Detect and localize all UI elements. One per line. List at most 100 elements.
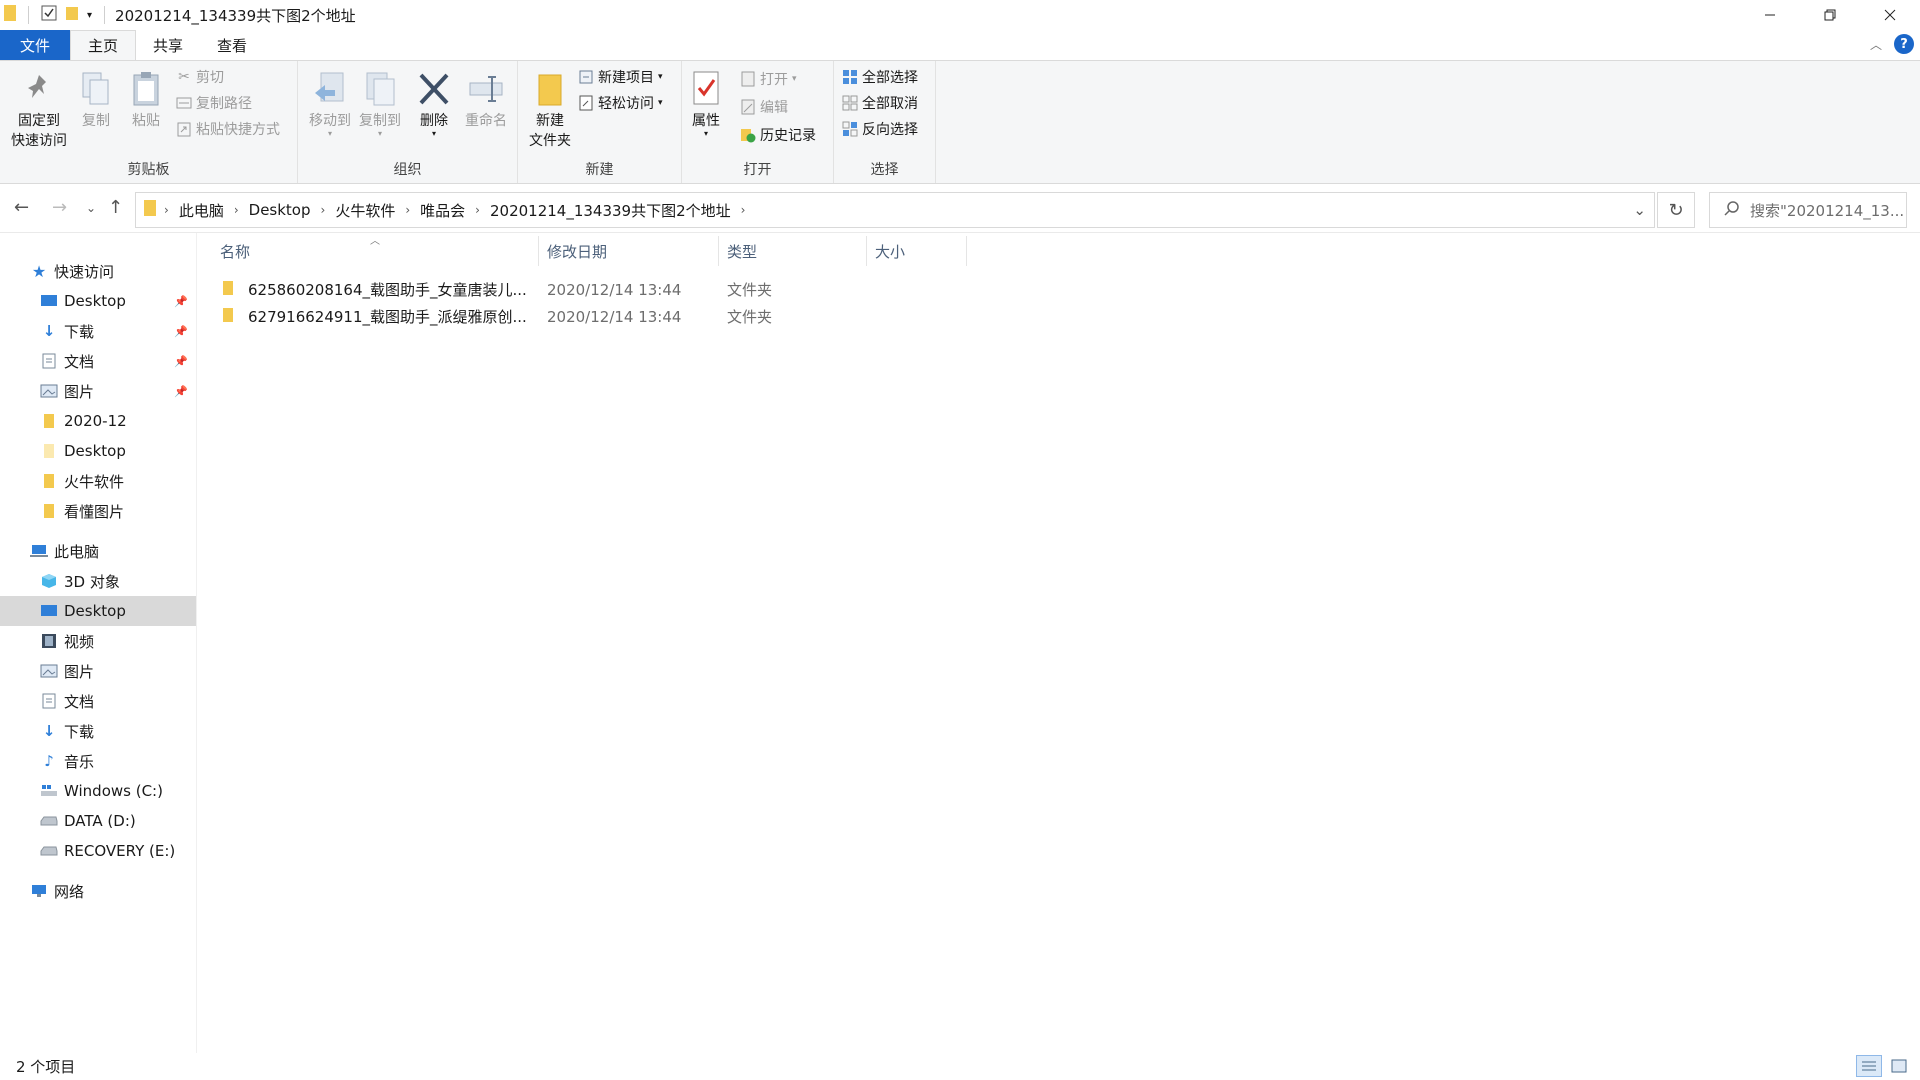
back-arrow-icon[interactable]: ← — [14, 197, 29, 218]
properties-button[interactable]: 属性 ▾ — [688, 69, 724, 138]
sidebar-item-2020-12[interactable]: 2020-12 — [0, 406, 196, 436]
breadcrumb-desktop[interactable]: Desktop — [241, 201, 319, 219]
sidebar-item-desktop-pc[interactable]: Desktop — [0, 596, 196, 626]
chevron-right-icon[interactable]: › — [319, 203, 328, 217]
breadcrumb-this-pc[interactable]: 此电脑 — [171, 200, 232, 221]
sidebar-item-desktop-folder[interactable]: Desktop — [0, 436, 196, 466]
chevron-right-icon[interactable]: › — [473, 203, 482, 217]
sidebar-item-3d-objects[interactable]: 3D 对象 — [0, 566, 196, 596]
up-arrow-icon[interactable]: ↑ — [108, 197, 123, 218]
delete-button[interactable]: 删除 ▾ — [416, 69, 452, 138]
file-row[interactable]: 625860208164_载图助手_女童唐装儿... 2020/12/14 13… — [212, 276, 967, 303]
tab-share[interactable]: 共享 — [136, 30, 200, 60]
new-folder-button[interactable]: 新建 文件夹 — [524, 69, 576, 151]
new-folder-icon[interactable] — [65, 5, 79, 25]
cut-button[interactable]: ✂ 剪切 — [176, 65, 224, 89]
breadcrumb-vipshop[interactable]: 唯品会 — [412, 200, 473, 221]
column-header-name[interactable]: 名称 — [212, 236, 539, 266]
pin-icon[interactable]: 📌 — [174, 295, 188, 308]
sidebar-item-quick-access[interactable]: ★ 快速访问 — [0, 256, 196, 286]
sidebar-item-label: 视频 — [64, 632, 95, 651]
select-none-icon — [842, 95, 858, 111]
address-history-dropdown-icon[interactable]: ⌄ — [1633, 201, 1646, 219]
sidebar-item-desktop-pinned[interactable]: Desktop 📌 — [0, 286, 196, 316]
file-row[interactable]: 627916624911_载图助手_派缇雅原创... 2020/12/14 13… — [212, 303, 967, 330]
easy-access-button[interactable]: 轻松访问 ▾ — [578, 91, 663, 115]
sidebar-item-kandong[interactable]: 看懂图片 — [0, 496, 196, 526]
sidebar-item-network[interactable]: 网络 — [0, 876, 196, 906]
column-headers: 名称 修改日期 类型 大小 — [212, 236, 967, 266]
search-input[interactable]: 搜索"20201214_13... — [1709, 192, 1907, 228]
column-header-size[interactable]: 大小 — [867, 236, 967, 266]
tab-view[interactable]: 查看 — [200, 30, 264, 60]
close-button[interactable] — [1860, 0, 1920, 30]
sidebar-item-drive-c[interactable]: Windows (C:) — [0, 776, 196, 806]
tab-file[interactable]: 文件 — [0, 30, 70, 60]
address-bar[interactable]: › 此电脑 › Desktop › 火牛软件 › 唯品会 › 20201214_… — [135, 192, 1655, 228]
recent-locations-icon[interactable]: ⌄ — [86, 201, 96, 215]
paste-shortcut-button[interactable]: 粘贴快捷方式 — [176, 117, 280, 141]
large-icons-view-button[interactable] — [1886, 1055, 1912, 1077]
column-header-modified[interactable]: 修改日期 — [539, 236, 719, 266]
sidebar-item-pictures[interactable]: 图片 — [0, 656, 196, 686]
history-button[interactable]: 历史记录 — [740, 123, 816, 147]
history-icon — [740, 127, 756, 143]
organize-group: 移动到 ▾ 复制到 ▾ 删除 ▾ 重命名 组织 — [298, 61, 518, 183]
breadcrumb-current-folder[interactable]: 20201214_134339共下图2个地址 — [482, 200, 739, 221]
forward-arrow-icon[interactable]: → — [52, 197, 67, 218]
help-icon[interactable]: ? — [1894, 34, 1914, 54]
sidebar-divider — [196, 233, 197, 1053]
sidebar-item-documents-pinned[interactable]: 文档 📌 — [0, 346, 196, 376]
sidebar-item-videos[interactable]: 视频 — [0, 626, 196, 656]
invert-selection-button[interactable]: 反向选择 — [842, 117, 918, 141]
minimize-button[interactable] — [1740, 0, 1800, 30]
drive-icon — [40, 812, 58, 830]
refresh-button[interactable]: ↻ — [1657, 192, 1695, 228]
new-item-button[interactable]: 新建项目 ▾ — [578, 65, 663, 89]
qat-dropdown-icon[interactable]: ▾ — [87, 10, 92, 21]
pin-icon[interactable]: 📌 — [174, 325, 188, 338]
sidebar-item-pictures-pinned[interactable]: 图片 📌 — [0, 376, 196, 406]
sidebar-item-downloads-pinned[interactable]: ↓ 下载 📌 — [0, 316, 196, 346]
drive-icon — [40, 842, 58, 860]
history-label: 历史记录 — [760, 128, 816, 144]
rename-button[interactable]: 重命名 — [462, 69, 510, 131]
details-view-button[interactable] — [1856, 1055, 1882, 1077]
pin-icon[interactable]: 📌 — [174, 355, 188, 368]
chevron-right-icon[interactable]: › — [403, 203, 412, 217]
folder-icon — [40, 442, 58, 460]
sidebar-item-drive-e[interactable]: RECOVERY (E:) — [0, 836, 196, 866]
restore-icon — [1824, 9, 1836, 21]
restore-button[interactable] — [1800, 0, 1860, 30]
copy-path-button[interactable]: 复制路径 — [176, 91, 252, 115]
column-header-type[interactable]: 类型 — [719, 236, 867, 266]
move-to-button[interactable]: 移动到 ▾ — [306, 69, 354, 138]
select-none-button[interactable]: 全部取消 — [842, 91, 918, 115]
sidebar-item-huoniu[interactable]: 火牛软件 — [0, 466, 196, 496]
tab-home[interactable]: 主页 — [70, 30, 137, 60]
chevron-right-icon[interactable]: › — [739, 203, 748, 217]
pin-quick-access-button[interactable]: 固定到 快速访问 — [6, 69, 72, 151]
copy-button[interactable]: 复制 — [78, 69, 114, 131]
edit-label: 编辑 — [760, 100, 788, 116]
paste-button[interactable]: 粘贴 — [126, 69, 166, 131]
rename-label: 重命名 — [465, 113, 507, 129]
sidebar-item-downloads[interactable]: ↓ 下载 — [0, 716, 196, 746]
select-all-button[interactable]: 全部选择 — [842, 65, 918, 89]
properties-checkbox-icon[interactable] — [41, 5, 57, 25]
edit-button[interactable]: 编辑 — [740, 95, 788, 119]
new-item-label: 新建项目 — [598, 70, 654, 86]
chevron-right-icon[interactable]: › — [156, 203, 171, 217]
pin-icon[interactable]: 📌 — [174, 385, 188, 398]
edit-icon — [740, 99, 756, 115]
chevron-right-icon[interactable]: › — [232, 203, 241, 217]
sidebar-item-drive-d[interactable]: DATA (D:) — [0, 806, 196, 836]
open-button[interactable]: 打开 ▾ — [740, 67, 797, 91]
sidebar-item-this-pc[interactable]: 此电脑 — [0, 536, 196, 566]
collapse-ribbon-icon[interactable]: ︿ — [1870, 36, 1882, 53]
file-name: 627916624911_载图助手_派缇雅原创... — [248, 308, 527, 326]
sidebar-item-music[interactable]: ♪ 音乐 — [0, 746, 196, 776]
breadcrumb-huoniu[interactable]: 火牛软件 — [327, 200, 403, 221]
copy-to-button[interactable]: 复制到 ▾ — [356, 69, 404, 138]
sidebar-item-documents[interactable]: 文档 — [0, 686, 196, 716]
